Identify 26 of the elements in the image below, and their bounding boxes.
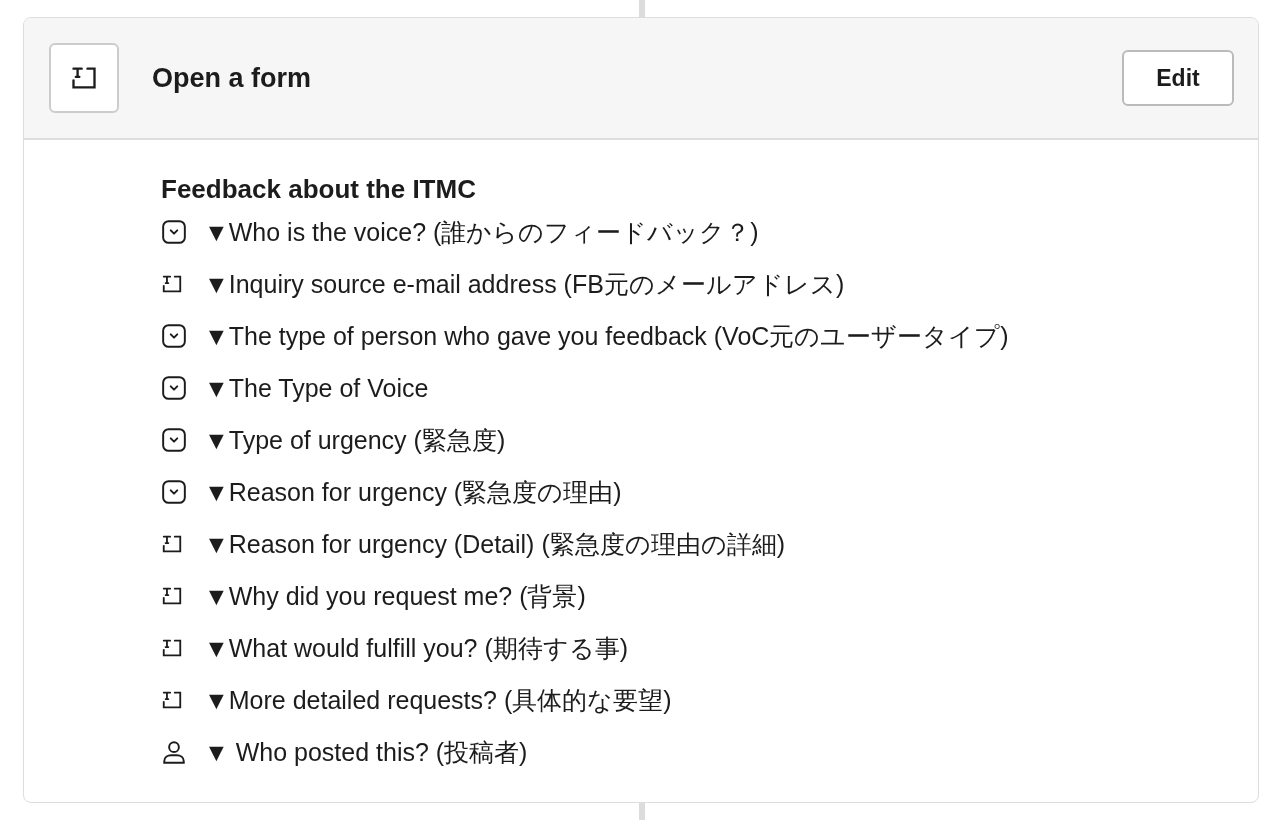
field-label: ▼Who is the voice? (誰からのフィードバック？): [204, 216, 759, 248]
form-title: Feedback about the ITMC: [161, 173, 477, 206]
field-label: ▼ Who posted this? (投稿者): [204, 736, 528, 768]
text-field-icon: [161, 273, 183, 295]
field-label: ▼Type of urgency (緊急度): [204, 424, 506, 456]
dropdown-icon: [161, 375, 187, 401]
text-field-icon: [49, 43, 119, 113]
field-label: ▼Inquiry source e-mail address (FB元のメールアドレス): [204, 268, 845, 300]
text-field-icon: [161, 637, 183, 659]
dropdown-icon: [161, 219, 187, 245]
text-field-icon: [161, 585, 183, 607]
field-label: ▼Reason for urgency (緊急度の理由): [204, 476, 622, 508]
dropdown-icon: [161, 323, 187, 349]
dropdown-icon: [161, 427, 187, 453]
text-field-icon: [161, 689, 183, 711]
text-field-icon: [161, 533, 183, 555]
person-icon: [161, 739, 187, 765]
field-label: ▼What would fulfill you? (期待する事): [204, 632, 629, 664]
field-label: ▼More detailed requests? (具体的な要望): [204, 684, 672, 716]
dropdown-icon: [161, 479, 187, 505]
field-label: ▼The type of person who gave you feedback (VoC元のユーザータイプ): [204, 320, 1009, 352]
field-label: ▼The Type of Voice: [204, 373, 429, 403]
field-label: ▼Why did you request me? (背景): [204, 580, 586, 612]
edit-button[interactable]: Edit: [1122, 50, 1234, 106]
field-label: ▼Reason for urgency (Detail) (緊急度の理由の詳細): [204, 528, 786, 560]
step-title: Open a form: [152, 62, 313, 94]
